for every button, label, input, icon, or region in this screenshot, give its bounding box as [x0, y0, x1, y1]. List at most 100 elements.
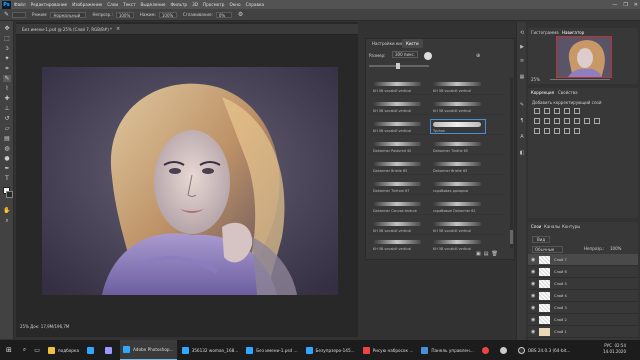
swatches-icon[interactable]: ▦ [519, 74, 525, 80]
visibility-eye-icon[interactable]: ◉ [531, 269, 535, 275]
visibility-eye-icon[interactable]: ◉ [531, 293, 535, 299]
adjustment-icons-row-1[interactable] [534, 108, 580, 114]
taskbar-item[interactable]: 356132 woman_168... [179, 340, 242, 360]
maximize-button[interactable]: ❐ [623, 2, 627, 8]
menu-layer[interactable]: Слои [107, 2, 118, 7]
menu-edit[interactable]: Редактирование [31, 2, 68, 7]
navigator-zoom[interactable]: 25% [531, 77, 540, 82]
canvas-artwork[interactable] [42, 67, 338, 295]
visibility-eye-icon[interactable]: ◉ [531, 305, 535, 311]
layers-comp-icon[interactable]: ◧ [519, 150, 525, 156]
taskbar-item[interactable]: Безупрзеро-145... [303, 340, 358, 360]
lasso-tool-icon[interactable]: ↄ [3, 45, 11, 52]
brush-row[interactable]: Daharmer Bristle 65 Daharmer Bristle 65 [369, 159, 505, 175]
menu-select[interactable]: Выделение [141, 2, 166, 7]
brush-size-slider-handle[interactable] [396, 63, 400, 69]
brush-icon[interactable]: ✎ [519, 102, 525, 108]
menu-file[interactable]: Файл [14, 2, 26, 7]
adjustment-icons-row-2[interactable] [534, 118, 600, 124]
task-view-icon[interactable]: ▭ [31, 340, 43, 360]
marquee-tool-icon[interactable]: ⬚ [3, 35, 11, 42]
taskbar-item[interactable] [84, 340, 100, 360]
taskbar-item[interactable] [497, 340, 513, 360]
background-color-swatch[interactable] [6, 191, 13, 198]
brush-row[interactable]: Daharmer Canvas texture скрабовые Daharme… [369, 199, 505, 215]
layer-row[interactable]: ◉ Слой 1 [528, 326, 638, 338]
blend-mode-select[interactable]: Обычные [532, 246, 564, 253]
tab-navigator[interactable]: Навигатор [562, 30, 584, 35]
tab-histogram[interactable]: Гистограмма [531, 30, 559, 35]
healing-tool-icon[interactable]: ✚ [3, 95, 11, 102]
language-indicator[interactable]: РУС [604, 343, 612, 348]
menu-type[interactable]: Текст [123, 2, 135, 7]
crop-tool-icon[interactable]: ⌗ [3, 65, 11, 72]
taskbar-item[interactable]: Без имени-1.psd ... [243, 340, 300, 360]
document-tab[interactable]: Без имени-1.psd @ 25% (Слой 7, RGB/8#) *… [16, 24, 358, 35]
menu-window[interactable]: Окно [229, 2, 240, 7]
visibility-eye-icon[interactable]: ◉ [531, 281, 535, 287]
gear-icon[interactable]: ⚙ [238, 11, 243, 18]
system-clock[interactable]: РУС 02:54 14.01.2020 [603, 343, 626, 355]
actions-icon[interactable]: ▶ [519, 44, 525, 50]
pen-tool-icon[interactable]: ✒ [3, 165, 11, 172]
layer-row[interactable]: ◉ Слой 3 [528, 302, 638, 314]
blur-tool-icon[interactable]: ◍ [3, 145, 11, 152]
brushes-scroll-thumb[interactable] [510, 230, 513, 244]
smoothing-input[interactable]: 0% [215, 11, 232, 18]
taskbar-item[interactable]: OBS 24.0.3 (64-bit... [515, 340, 574, 360]
taskbar-item[interactable] [479, 340, 495, 360]
opacity-input[interactable]: 100% [115, 11, 134, 18]
quick-select-tool-icon[interactable]: ✦ [3, 55, 11, 62]
layer-row[interactable]: ◉ Слой 2 [528, 314, 638, 326]
brush-preset-picker[interactable] [12, 11, 27, 18]
taskbar-item[interactable]: подборка [45, 340, 82, 360]
menu-help[interactable]: Справка [246, 2, 264, 7]
layer-kind-filter[interactable]: Вид [532, 236, 551, 243]
layer-row[interactable]: ◉ Слой 6 [528, 266, 638, 278]
search-icon[interactable]: ⌕ [20, 340, 29, 360]
minimize-button[interactable]: — [612, 2, 617, 8]
adjustment-icons-row-3[interactable] [534, 128, 580, 134]
tab-brushes[interactable]: Кисти [402, 39, 423, 48]
brush-row[interactable]: Daharmer Tinfrom 67 скрабовая дахарми [369, 179, 505, 195]
taskbar-item[interactable] [102, 340, 118, 360]
menu-filter[interactable]: Фильтр [171, 2, 188, 7]
tab-paths[interactable]: Контуры [562, 224, 580, 229]
move-tool-icon[interactable]: ✥ [3, 25, 11, 32]
brush-row[interactable]: Daharmer Pastured 40 Daharmer Tindhe 65 [369, 139, 505, 155]
stamp-tool-icon[interactable]: ⊥ [3, 105, 11, 112]
history-brush-icon[interactable]: ↺ [3, 115, 11, 122]
layer-row[interactable]: ◉ Слой 4 [528, 290, 638, 302]
brush-row[interactable]: KH 5B vocabili vertical KH 5B vocabili ve… [369, 219, 505, 235]
brush-size-input[interactable]: 300 пикс. [392, 51, 418, 58]
zoom-tool-icon[interactable]: ⌕ [3, 217, 11, 224]
brush-tool-icon[interactable]: ✎ [4, 11, 9, 18]
brushes-scrollbar[interactable] [510, 78, 513, 248]
eyedropper-tool-icon[interactable]: ⌇ [3, 85, 11, 92]
close-tab-icon[interactable]: × [116, 26, 120, 32]
hand-tool-icon[interactable]: ✋ [3, 207, 11, 214]
menu-image[interactable]: Изображение [72, 2, 102, 7]
start-button[interactable]: ⊞ [0, 340, 18, 360]
close-button[interactable]: ✕ [634, 2, 638, 8]
character-icon[interactable]: A [519, 134, 525, 140]
mode-select[interactable]: Нормальный [50, 11, 87, 18]
taskbar-item[interactable]: Панель управлен... [418, 340, 476, 360]
dodge-tool-icon[interactable]: ● [3, 155, 11, 162]
text-tool-icon[interactable]: T [3, 175, 11, 182]
brush-panel-footer-icons[interactable]: ▣▤🗑 [476, 251, 501, 257]
layer-row[interactable]: ◉ Слой 5 [528, 278, 638, 290]
navigator-thumbnail[interactable] [556, 36, 612, 78]
flow-input[interactable]: 100% [158, 11, 177, 18]
tab-properties[interactable]: Свойства [558, 90, 578, 95]
visibility-eye-icon[interactable]: ◉ [531, 317, 535, 323]
brush-row[interactable]: KH 5B vocabili vertical Typhon [369, 119, 505, 135]
menu-view[interactable]: Просмотр [203, 2, 225, 7]
brush-row[interactable]: KH 5B vocabili vertical KH 5B vocabili ve… [369, 99, 505, 115]
paragraph-icon[interactable]: ¶ [519, 118, 525, 124]
layer-opacity-value[interactable]: 100% [610, 246, 621, 251]
navigator-zoom-slider[interactable] [550, 79, 610, 80]
brush-row[interactable]: KH 5B vocabili vertical KH 5B vocabili ve… [369, 79, 505, 95]
taskbar-item[interactable]: Adobe Photoshop... [120, 340, 177, 360]
tab-channels[interactable]: Каналы [544, 224, 560, 229]
